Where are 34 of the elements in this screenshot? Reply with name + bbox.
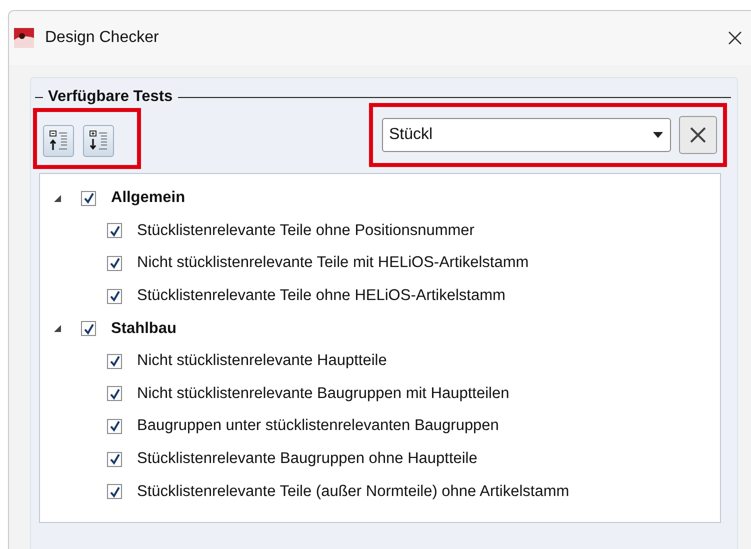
test-label: Stücklistenrelevante Teile (außer Normteile) ohne Artikelstamm: [137, 482, 570, 501]
group-label: Stahlbau: [111, 320, 176, 338]
test-label: Nicht stücklistenrelevante Teile mit HELiOS-Artikelstamm: [137, 254, 529, 272]
test-label: Nicht stücklistenrelevante Hauptteile: [137, 352, 387, 370]
close-icon: [689, 126, 707, 144]
checkbox[interactable]: [81, 190, 96, 206]
app-icon: [14, 28, 34, 48]
checkbox[interactable]: [107, 418, 122, 434]
expand-all-button[interactable]: [83, 125, 114, 157]
checkbox[interactable]: [107, 452, 122, 467]
clear-button[interactable]: [679, 116, 717, 154]
test-label: Stücklistenrelevante Baugruppen ohne Hauptteile: [137, 450, 478, 468]
group-title: Verfügbare Tests: [48, 88, 173, 106]
collapse-all-icon: [48, 130, 68, 152]
collapse-arrow-icon[interactable]: [53, 324, 62, 334]
checkbox[interactable]: [81, 321, 96, 336]
dropdown-arrow-icon: [653, 132, 663, 138]
test-label: Stücklistenrelevante Teile ohne Positionsnummer: [137, 222, 474, 240]
test-label: Stücklistenrelevante Teile ohne HELiOS-Artikelstamm: [137, 287, 506, 306]
collapse-all-button[interactable]: [43, 125, 74, 157]
test-label: Nicht stücklistenrelevante Baugruppen mit Hauptteilen: [137, 384, 510, 403]
checkbox[interactable]: [107, 288, 122, 304]
checkbox[interactable]: [107, 386, 122, 402]
collapse-arrow-icon[interactable]: [53, 194, 62, 203]
checkbox[interactable]: [107, 484, 122, 500]
group-label: Allgemein: [111, 189, 186, 208]
test-label: Baugruppen unter stücklistenrelevanten Baugruppen: [137, 417, 499, 436]
checkbox[interactable]: [107, 223, 122, 238]
checkbox[interactable]: [107, 354, 122, 369]
close-button[interactable]: [727, 30, 743, 46]
checkbox[interactable]: [107, 256, 122, 271]
expand-all-icon: [88, 130, 108, 152]
search-combobox[interactable]: Stückl: [382, 118, 671, 152]
window-title: Design Checker: [45, 29, 160, 47]
